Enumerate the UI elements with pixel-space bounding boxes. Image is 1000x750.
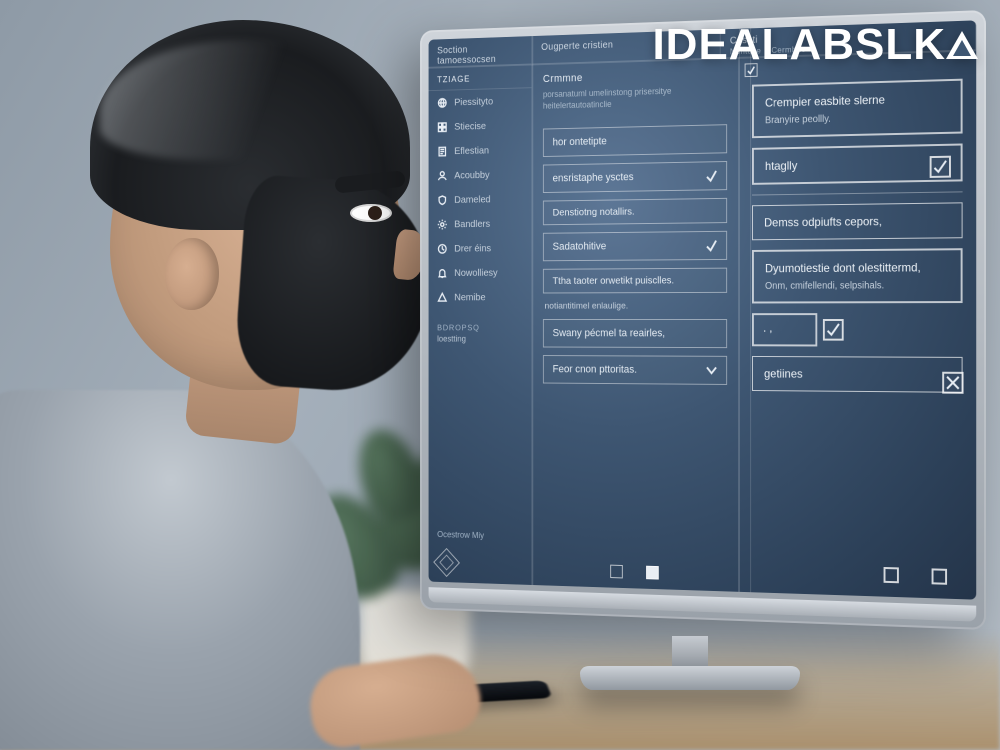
col-b-box-title: getiines bbox=[764, 367, 803, 381]
globe-icon bbox=[437, 97, 447, 109]
bell-icon bbox=[437, 268, 447, 279]
col-a-row-label: Sadatohitive bbox=[553, 241, 607, 253]
sidebar-item-0[interactable]: Piessityto bbox=[429, 88, 532, 115]
screen: Soction tamoessocsen Ougperte cristien C… bbox=[429, 20, 977, 599]
check-icon bbox=[704, 238, 719, 254]
sidebar-item-8[interactable]: Nemibe bbox=[429, 285, 532, 310]
sidebar-item-3[interactable]: Acoubby bbox=[429, 162, 532, 188]
sidebar-item-6[interactable]: Drer éins bbox=[429, 236, 532, 261]
col-b-box-2[interactable]: Demss odpiufts cepors, bbox=[752, 202, 963, 240]
sidebar-item-label: Nowolliesy bbox=[454, 267, 497, 279]
col-b-box-title: . , bbox=[763, 321, 772, 335]
divider bbox=[752, 191, 963, 195]
col-a-row-label: Denstiotng notallirs. bbox=[553, 206, 635, 219]
col-a-row-label: Swany pécmel ta reairles, bbox=[553, 328, 665, 340]
user-icon bbox=[437, 170, 447, 181]
monitor-stand bbox=[580, 636, 800, 696]
col-a-row-6[interactable]: Swany pécmel ta reairles, bbox=[543, 319, 727, 348]
grid-icon bbox=[437, 121, 447, 132]
sidebar-footer-label: Ocestrow Miy bbox=[437, 529, 484, 540]
col-a-row-0[interactable]: hor ontetipte bbox=[543, 124, 727, 157]
sidebar-subtext: loestting bbox=[429, 334, 532, 351]
pager-square[interactable] bbox=[932, 568, 947, 584]
col-a-subtitle: porsanatuml umelinstong prisersitye heit… bbox=[532, 83, 738, 121]
col-a-row-7[interactable]: Feor cnon pttoritas. bbox=[543, 355, 727, 385]
col-a-row-label: Ttha taoter orwetikt puisclles. bbox=[553, 275, 675, 287]
col-b-box-5[interactable]: getiines bbox=[752, 356, 963, 393]
column-a: Crmmne porsanatuml umelinstong prisersit… bbox=[532, 58, 739, 592]
pager-square-active[interactable] bbox=[646, 566, 659, 580]
col-a-row-label: hor ontetipte bbox=[553, 136, 607, 149]
sidebar-item-label: Acoubby bbox=[454, 169, 489, 181]
monitor: Soction tamoessocsen Ougperte cristien C… bbox=[420, 10, 986, 630]
col-a-row-3[interactable]: Sadatohitive bbox=[543, 231, 727, 261]
col-b-box-title: Crempier easbite slerne bbox=[765, 93, 885, 110]
watermark-text: IDEALABSLK bbox=[652, 20, 946, 70]
col-a-pager bbox=[610, 565, 659, 580]
sidebar-header: TZIAGE bbox=[429, 64, 532, 91]
col-b-box-title: htaglly bbox=[765, 159, 797, 173]
check-icon bbox=[704, 168, 719, 184]
triangle-icon bbox=[437, 292, 447, 303]
col-b-box-1[interactable]: htaglly bbox=[752, 143, 963, 184]
sidebar-item-label: Drer éins bbox=[454, 243, 491, 255]
column-b: Crempier easbite slerne Branyire peollly… bbox=[739, 50, 976, 599]
sidebar-item-label: Piessityto bbox=[454, 96, 493, 108]
col-b-box-sub: Branyire peollly. bbox=[765, 111, 949, 126]
col-b-box-sub2: Onm, cmifellendi, selpsihals. bbox=[765, 280, 949, 292]
col-b-pager bbox=[884, 567, 947, 585]
col-b-box-title: Demss odpiufts cepors, bbox=[764, 214, 882, 229]
pager-square[interactable] bbox=[884, 567, 899, 583]
col-b-box-4[interactable]: . , bbox=[752, 313, 817, 346]
sidebar-item-label: Dameled bbox=[454, 194, 490, 206]
clock-icon bbox=[437, 243, 447, 254]
col-a-row-2[interactable]: Denstiotng notallirs. bbox=[543, 198, 727, 225]
watermark-logo: IDEALABSLK bbox=[652, 20, 978, 70]
col-b-box-3[interactable]: Dyumotiestie dont olestittermd, Onm, cmi… bbox=[752, 248, 963, 303]
topbar-cell-1: Soction tamoessocsen bbox=[429, 36, 533, 68]
checkbox-checked-icon[interactable] bbox=[930, 156, 951, 178]
sidebar-item-label: Stiecise bbox=[454, 121, 486, 133]
chevron-down-icon bbox=[704, 363, 719, 379]
sidebar-item-label: Nemibe bbox=[454, 292, 485, 303]
checkbox-icon[interactable] bbox=[942, 372, 963, 394]
doc-icon bbox=[437, 146, 447, 157]
col-a-row-1[interactable]: ensristaphe ysctes bbox=[543, 161, 727, 193]
col-a-row-5: notiantitimel enlaulige. bbox=[545, 301, 726, 312]
sidebar-item-5[interactable]: Bandlers bbox=[429, 211, 532, 237]
pager-square[interactable] bbox=[610, 565, 623, 579]
sidebar-item-7[interactable]: Nowolliesy bbox=[429, 260, 532, 285]
col-b-box-0[interactable]: Crempier easbite slerne Branyire peollly… bbox=[752, 79, 963, 138]
checkbox-icon[interactable] bbox=[823, 319, 844, 341]
col-b-box-title: Dyumotiestie dont olestittermd, bbox=[765, 260, 921, 275]
sidebar-item-2[interactable]: Eflestian bbox=[429, 137, 532, 164]
gear-icon bbox=[437, 219, 447, 230]
diamond-icon bbox=[433, 548, 460, 577]
col-a-row-label: ensristaphe ysctes bbox=[553, 172, 634, 185]
sidebar: TZIAGE Piessityto Stiecise Eflestian Aco… bbox=[429, 64, 533, 585]
shield-icon bbox=[437, 195, 447, 206]
triangle-icon bbox=[946, 31, 978, 59]
col-a-row-4[interactable]: Ttha taoter orwetikt puisclles. bbox=[543, 268, 727, 294]
sidebar-item-label: Bandlers bbox=[454, 218, 490, 230]
sidebar-item-1[interactable]: Stiecise bbox=[429, 113, 532, 140]
sidebar-item-4[interactable]: Dameled bbox=[429, 187, 532, 213]
sidebar-item-label: Eflestian bbox=[454, 145, 489, 157]
sidebar-subheader: BDROPSQ bbox=[429, 315, 532, 334]
col-a-row-label: Feor cnon pttoritas. bbox=[553, 364, 637, 376]
